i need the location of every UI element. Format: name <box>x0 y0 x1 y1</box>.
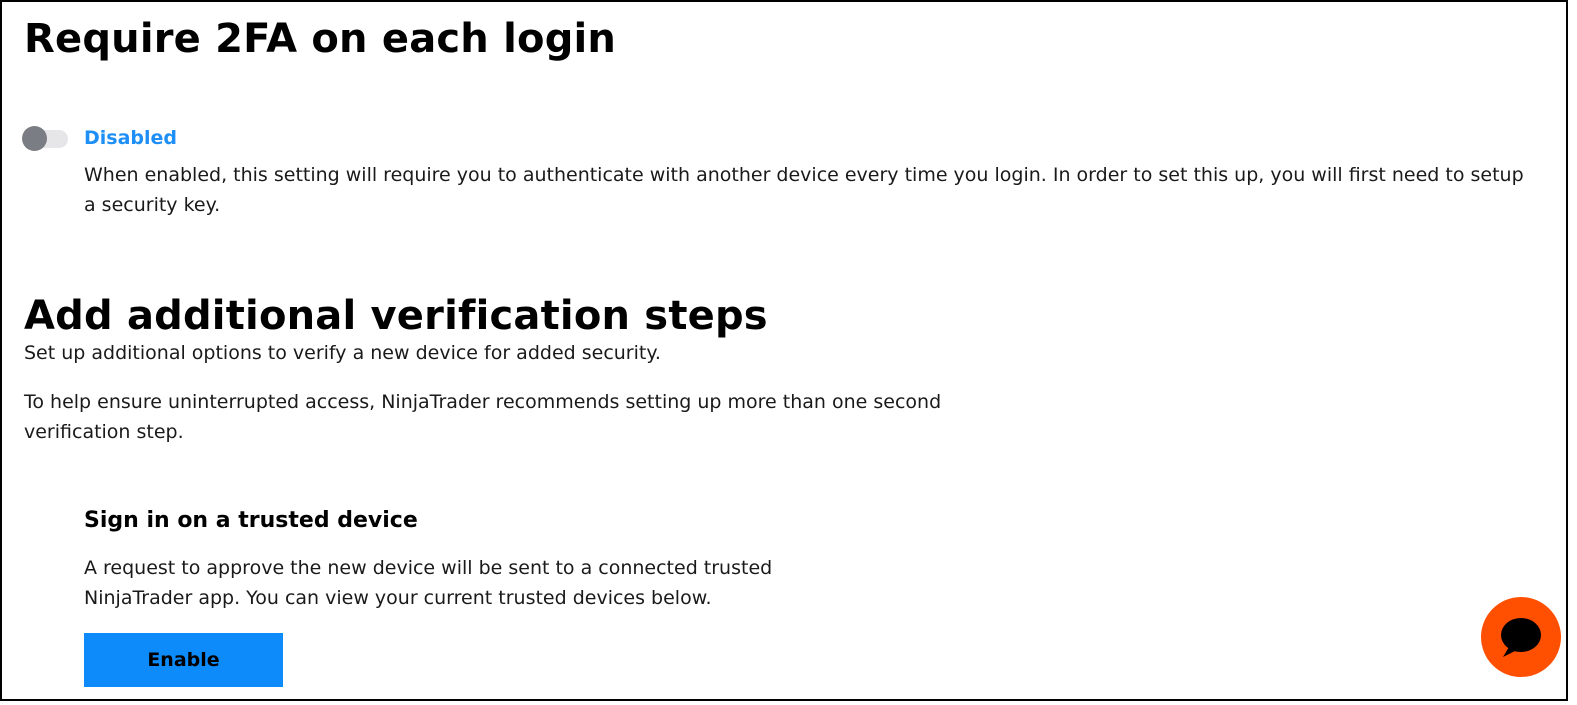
chat-bubble-icon <box>1501 618 1541 657</box>
chat-launcher-button[interactable] <box>1481 597 1561 677</box>
trusted-device-description: A request to approve the new device will… <box>84 557 773 609</box>
trusted-device-heading: Sign in on a trusted device <box>84 508 418 533</box>
enable-trusted-device-button[interactable]: Enable <box>84 633 283 687</box>
verification-steps-heading: Add additional verification steps <box>24 293 768 339</box>
require-2fa-heading: Require 2FA on each login <box>24 16 617 62</box>
require-2fa-toggle[interactable] <box>22 124 70 152</box>
settings-panel: Require 2FA on each login Disabled When … <box>0 0 1568 701</box>
toggle-status-label: Disabled <box>84 127 178 149</box>
verification-recommendation: To help ensure uninterrupted access, Nin… <box>24 391 942 443</box>
verification-steps-subtitle: Set up additional options to verify a ne… <box>24 342 661 364</box>
require-2fa-description: When enabled, this setting will require … <box>84 164 1524 216</box>
toggle-knob <box>22 126 47 151</box>
